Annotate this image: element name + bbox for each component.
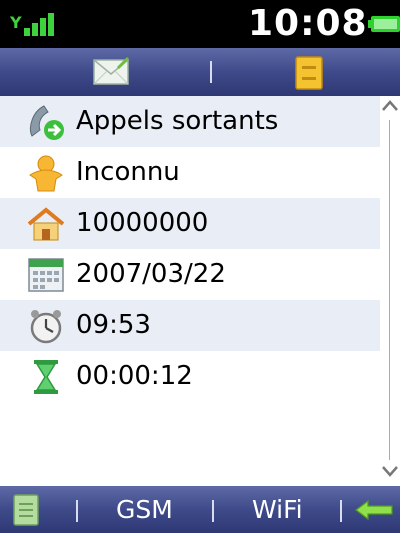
person-icon (29, 155, 63, 192)
list-scrollbar[interactable] (380, 96, 400, 486)
document-icon[interactable] (12, 494, 40, 526)
phone-number-text: 10000000 (76, 208, 209, 238)
alarm-clock-icon (30, 310, 62, 344)
phone-outgoing-icon (30, 105, 64, 140)
phone-screen: Y 10:08 Appels sortants Inconnu 10000000… (0, 0, 400, 533)
call-duration-text: 00:00:12 (76, 361, 193, 391)
call-date-text: 2007/03/22 (76, 259, 226, 289)
calendar-icon (28, 258, 64, 292)
scroll-track (389, 120, 390, 460)
envelope-icon[interactable] (92, 56, 132, 88)
top-tab-bar (0, 48, 400, 96)
signal-bars-icon: Y (10, 13, 54, 36)
gsm-button[interactable]: GSM (116, 486, 173, 533)
scroll-down-icon[interactable] (380, 461, 400, 481)
call-details-list: Appels sortants Inconnu 10000000 2007/03… (0, 96, 380, 486)
contact-name-text: Inconnu (76, 157, 180, 187)
status-time: 10:08 (248, 3, 368, 44)
call-time-text: 09:53 (76, 310, 151, 340)
back-arrow-icon[interactable] (354, 498, 394, 522)
call-direction-text: Appels sortants (76, 106, 279, 136)
tab-divider (210, 61, 212, 83)
contact-card-icon[interactable] (294, 56, 324, 90)
list-item[interactable]: 2007/03/22 (0, 249, 380, 300)
battery-icon (368, 16, 400, 32)
wifi-button[interactable]: WiFi (252, 486, 303, 533)
home-icon (27, 207, 65, 241)
bottom-divider (76, 500, 78, 522)
list-item[interactable]: 09:53 (0, 300, 380, 351)
bottom-divider (340, 500, 342, 522)
list-item[interactable]: 10000000 (0, 198, 380, 249)
bottom-divider (212, 500, 214, 522)
hourglass-icon (34, 360, 58, 394)
svg-text:Y: Y (10, 13, 22, 32)
list-item[interactable]: Appels sortants (0, 96, 380, 147)
bottom-soft-key-bar: GSM WiFi (0, 486, 400, 533)
scroll-up-icon[interactable] (380, 96, 400, 116)
status-bar: Y 10:08 (0, 0, 400, 48)
list-item[interactable]: Inconnu (0, 147, 380, 198)
list-item[interactable]: 00:00:12 (0, 351, 380, 402)
